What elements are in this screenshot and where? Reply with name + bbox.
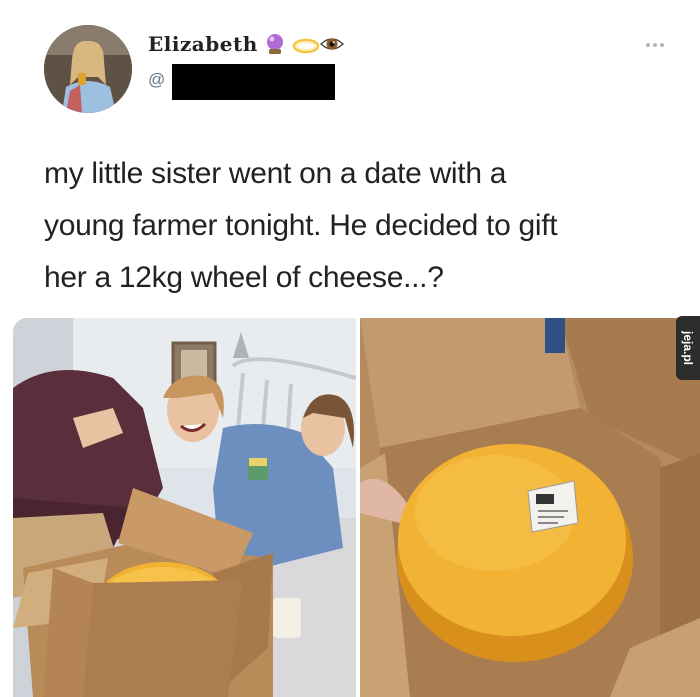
- author-name-row: Elizabeth: [148, 32, 344, 56]
- author-handle[interactable]: @: [148, 70, 165, 90]
- eye-icon: [319, 33, 344, 55]
- tweet-header: Elizabeth @: [0, 0, 700, 120]
- tweet-text-line: young farmer tonight. He decided to gift: [44, 209, 558, 242]
- tweet-text: my little sister went on a date with a y…: [44, 148, 684, 304]
- photo-cheese-wheel-in-box[interactable]: [360, 318, 700, 697]
- avatar[interactable]: [44, 25, 132, 113]
- photo-girls-with-cheese-box[interactable]: [13, 318, 356, 697]
- handle-prefix: @: [148, 70, 166, 89]
- more-options-icon[interactable]: [640, 38, 670, 52]
- halo-icon: [292, 33, 319, 55]
- watermark-badge[interactable]: jeja.pl: [676, 316, 700, 380]
- watermark-text: jeja.pl: [681, 330, 695, 366]
- tweet-text-line: my little sister went on a date with a: [44, 157, 507, 190]
- display-name[interactable]: Elizabeth: [148, 32, 258, 56]
- tweet-text-line: her a 12kg wheel of cheese...?: [44, 261, 444, 294]
- crystal-ball-icon: [264, 33, 286, 55]
- redaction-bar: [172, 64, 335, 100]
